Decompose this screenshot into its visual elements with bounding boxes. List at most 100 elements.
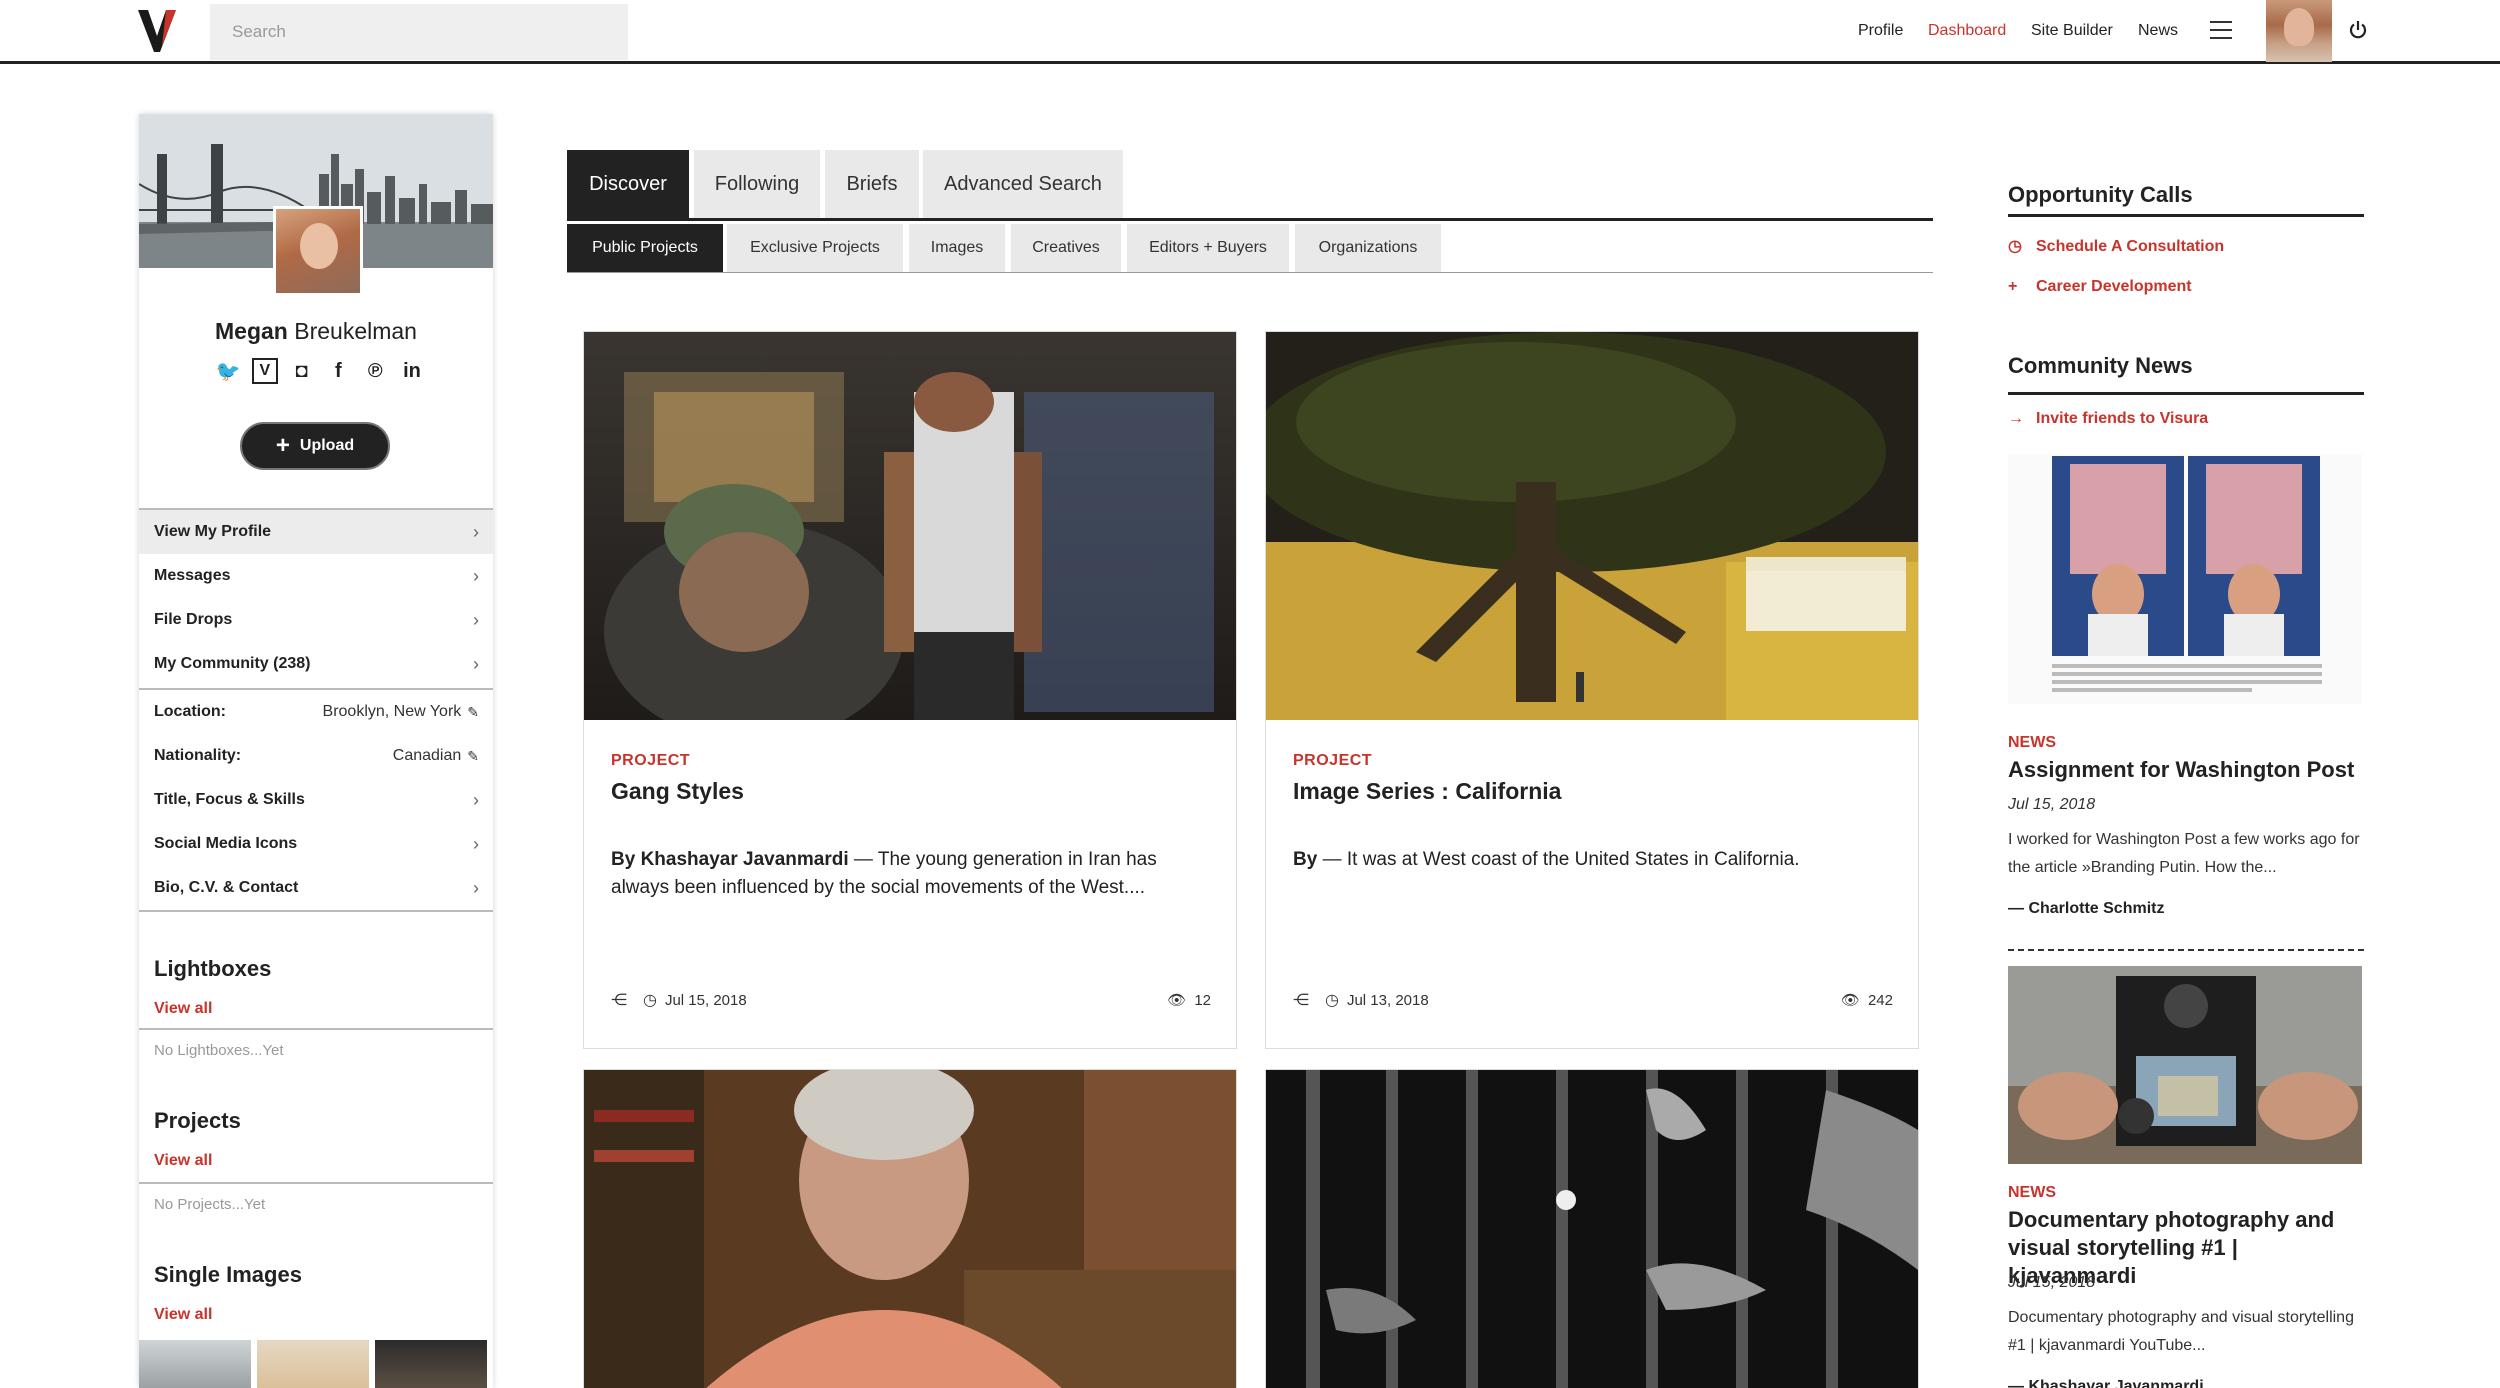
projects-view-all-link[interactable]: View all	[154, 1152, 212, 1170]
sidebar-item-label: Social Media Icons	[154, 835, 298, 852]
project-card[interactable]: PROJECT Gang Styles By Khashayar Javanma…	[583, 331, 1237, 1049]
share-icon[interactable]: ⋲	[1293, 990, 1309, 1010]
clock-icon: ◷	[2008, 238, 2022, 255]
chevron-right-icon: ›	[473, 877, 479, 898]
project-cover-image[interactable]	[584, 1070, 1236, 1388]
subtab-images[interactable]: Images	[909, 224, 1005, 272]
project-description: By — It was at West coast of the United …	[1293, 846, 1893, 874]
sidebar-item-view-my-profile[interactable]: View My Profile ›	[139, 510, 493, 554]
tab-advanced-search[interactable]: Advanced Search	[923, 150, 1123, 218]
nationality-value: Canadian	[392, 747, 462, 764]
facebook-icon[interactable]: f	[325, 360, 351, 383]
sidebar-item-file-drops[interactable]: File Drops ›	[139, 598, 493, 642]
project-date: Jul 15, 2018	[664, 991, 747, 1009]
single-images-view-all-link[interactable]: View all	[154, 1306, 212, 1324]
news-excerpt: Documentary photography and visual story…	[2008, 1309, 2354, 1354]
projects-empty-note: No Projects...Yet	[154, 1196, 266, 1213]
instagram-icon[interactable]: ◘	[289, 360, 315, 383]
sidebar-item-my-community[interactable]: My Community (238) ›	[139, 642, 493, 686]
project-title[interactable]: Gang Styles	[611, 778, 744, 805]
news-tag: NEWS	[2008, 734, 2056, 751]
pencil-icon[interactable]: ✎	[467, 704, 479, 721]
tab-following[interactable]: Following	[694, 150, 820, 218]
nav-dashboard[interactable]: Dashboard	[1928, 22, 2006, 40]
profile-first-name: Megan	[215, 318, 288, 344]
subtab-editors-buyers[interactable]: Editors + Buyers	[1127, 224, 1289, 272]
sidebar-item-label: Title, Focus & Skills	[154, 791, 305, 808]
nav-news[interactable]: News	[2138, 22, 2178, 40]
project-date: Jul 13, 2018	[1346, 991, 1429, 1009]
news-excerpt: I worked for Washington Post a few works…	[2008, 831, 2360, 876]
project-tag: PROJECT	[611, 752, 691, 769]
news-title[interactable]: Assignment for Washington Post	[2008, 756, 2368, 784]
location-row[interactable]: Location: Brooklyn, New York ✎	[139, 690, 493, 734]
project-views: 12	[1194, 991, 1211, 1009]
sidebar-item-messages[interactable]: Messages ›	[139, 554, 493, 598]
news-author[interactable]: — Charlotte Schmitz	[2008, 900, 2164, 918]
news-tag: NEWS	[2008, 1184, 2056, 1201]
chevron-right-icon: ›	[473, 609, 479, 630]
invite-friends-link[interactable]: → Invite friends to Visura	[2008, 410, 2208, 428]
tab-briefs[interactable]: Briefs	[825, 150, 919, 218]
career-development-link[interactable]: + Career Development	[2008, 278, 2192, 296]
nav-site-builder[interactable]: Site Builder	[2031, 22, 2113, 40]
chevron-right-icon: ›	[473, 833, 479, 854]
lightboxes-empty-note: No Lightboxes...Yet	[154, 1042, 284, 1059]
single-image-thumbnail[interactable]	[375, 1340, 487, 1388]
project-cover-image[interactable]	[584, 332, 1236, 720]
twitter-icon[interactable]: 🐦	[215, 359, 241, 384]
subtab-organizations[interactable]: Organizations	[1295, 224, 1441, 272]
single-image-thumbnail[interactable]	[139, 1340, 251, 1388]
projects-title: Projects	[154, 1108, 241, 1133]
location-label: Location:	[154, 703, 226, 720]
project-title[interactable]: Image Series : California	[1293, 778, 1561, 805]
sidebar-item-social-media-icons[interactable]: Social Media Icons ›	[139, 822, 493, 866]
search-input[interactable]	[210, 4, 628, 60]
schedule-consultation-link[interactable]: ◷ Schedule A Consultation	[2008, 236, 2224, 256]
news-image[interactable]	[2008, 966, 2362, 1164]
project-description: By Khashayar Javanmardi — The young gene…	[611, 846, 1211, 902]
project-cover-image[interactable]	[1266, 1070, 1918, 1388]
news-author[interactable]: — Khashayar Javanmardi	[2008, 1378, 2204, 1388]
project-cover-image[interactable]	[1266, 332, 1918, 720]
project-author[interactable]: By	[1293, 849, 1317, 870]
nav-profile[interactable]: Profile	[1858, 22, 1903, 40]
project-card[interactable]	[1265, 1069, 1919, 1388]
lightboxes-view-all-link[interactable]: View all	[154, 1000, 212, 1018]
project-author[interactable]: By Khashayar Javanmardi	[611, 849, 849, 870]
community-news-title: Community News	[2008, 353, 2193, 378]
hamburger-menu-icon[interactable]	[2210, 21, 2232, 39]
subtab-exclusive-projects[interactable]: Exclusive Projects	[727, 224, 903, 272]
avatar[interactable]	[2266, 0, 2332, 62]
sidebar-item-label: View My Profile	[154, 523, 272, 540]
visura-logo-icon[interactable]	[138, 10, 176, 52]
career-development-label: Career Development	[2036, 278, 2192, 295]
sidebar-item-title-focus-skills[interactable]: Title, Focus & Skills ›	[139, 778, 493, 822]
pencil-icon[interactable]: ✎	[467, 748, 479, 765]
visura-icon[interactable]: V	[251, 358, 278, 384]
opportunity-calls-title: Opportunity Calls	[2008, 182, 2193, 207]
subtab-creatives[interactable]: Creatives	[1011, 224, 1121, 272]
single-image-thumbnail[interactable]	[257, 1340, 369, 1388]
arrow-right-icon: →	[2008, 410, 2024, 427]
sidebar-item-bio-cv-contact[interactable]: Bio, C.V. & Contact ›	[139, 866, 493, 910]
linkedin-icon[interactable]: in	[399, 360, 425, 383]
schedule-consultation-label: Schedule A Consultation	[2036, 238, 2225, 255]
share-icon[interactable]: ⋲	[611, 990, 627, 1010]
lightboxes-title: Lightboxes	[154, 956, 272, 981]
power-icon[interactable]	[2348, 20, 2368, 40]
chevron-right-icon: ›	[473, 521, 479, 542]
divider	[139, 1182, 493, 1184]
nationality-row[interactable]: Nationality: Canadian ✎	[139, 734, 493, 778]
subtab-public-projects[interactable]: Public Projects	[567, 224, 723, 272]
tab-discover[interactable]: Discover	[567, 150, 689, 218]
clock-icon: ◷	[1325, 992, 1339, 1009]
news-image[interactable]	[2008, 454, 2362, 704]
project-card[interactable]: PROJECT Image Series : California By — I…	[1265, 331, 1919, 1049]
project-card[interactable]	[583, 1069, 1237, 1388]
upload-button[interactable]: + Upload	[240, 422, 390, 470]
profile-picture[interactable]	[273, 206, 363, 296]
pinterest-icon[interactable]: ℗	[362, 360, 388, 383]
chevron-right-icon: ›	[473, 789, 479, 810]
opportunity-divider	[2008, 214, 2364, 217]
